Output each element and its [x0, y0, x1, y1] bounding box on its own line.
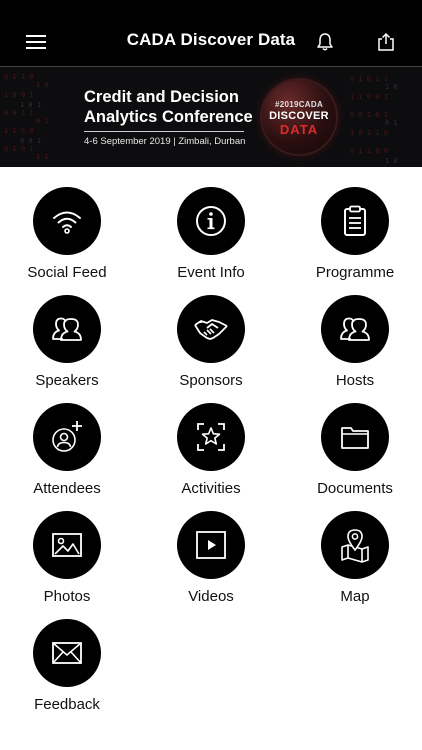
- svg-text:0 1: 0 1: [385, 119, 398, 127]
- svg-text:0 0 1 1: 0 0 1 1: [4, 109, 34, 117]
- add-user-icon: [52, 421, 82, 452]
- headline-line-2: Analytics Conference: [84, 108, 253, 126]
- tile-event-info[interactable]: Event Info: [156, 166, 266, 281]
- tile-photos[interactable]: Photos: [12, 490, 122, 605]
- tile-label: Map: [340, 588, 370, 605]
- tile-circle: [33, 187, 101, 255]
- tile-documents[interactable]: Documents: [300, 382, 410, 497]
- folder-icon: [341, 427, 369, 449]
- svg-text:1 1: 1 1: [36, 153, 49, 161]
- tile-circle: [177, 295, 245, 363]
- banner-dateline: 4-6 September 2019 | Zimbali, Durban: [84, 136, 246, 147]
- discover-data-seal: #2019CADA DISCOVER DATA: [262, 80, 336, 154]
- feature-grid: Social Feed Event Info Programme Speaker…: [0, 166, 422, 750]
- seal-data: DATA: [279, 122, 319, 137]
- svg-text:1 0 1: 1 0 1: [20, 101, 41, 109]
- svg-text:1 0 1 1 0: 1 0 1 1 0: [350, 129, 388, 137]
- tile-circle: [321, 295, 389, 363]
- tile-programme[interactable]: Programme: [300, 166, 410, 281]
- envelope-icon: [52, 642, 82, 664]
- app-title: CADA Discover Data: [126, 30, 296, 49]
- tile-circle: [321, 403, 389, 471]
- svg-text:1 0: 1 0: [385, 83, 398, 91]
- svg-text:1 0 0 1: 1 0 0 1: [4, 91, 34, 99]
- info-icon: [196, 206, 226, 236]
- people-icon: [52, 317, 82, 341]
- tile-hosts[interactable]: Hosts: [300, 274, 410, 389]
- svg-text:0 1 0 1 1: 0 1 0 1 1: [350, 75, 388, 83]
- tile-map[interactable]: Map: [300, 490, 410, 605]
- tile-videos[interactable]: Videos: [156, 490, 266, 605]
- tile-activities[interactable]: Activities: [156, 382, 266, 497]
- image-icon: [52, 533, 82, 557]
- wifi-icon: [53, 211, 81, 234]
- tile-circle: [177, 187, 245, 255]
- tile-sponsors[interactable]: Sponsors: [156, 274, 266, 389]
- tile-social-feed[interactable]: Social Feed: [12, 166, 122, 281]
- banner-headline: Credit and Decision Analytics Conference: [84, 87, 253, 127]
- tile-circle: [33, 619, 101, 687]
- top-bar: CADA Discover Data: [0, 0, 422, 66]
- tile-circle: [33, 511, 101, 579]
- tile-speakers[interactable]: Speakers: [12, 274, 122, 389]
- svg-text:0 0 1: 0 0 1: [20, 137, 41, 145]
- tile-circle: [177, 403, 245, 471]
- headline-line-1: Credit and Decision: [84, 88, 239, 106]
- tile-attendees[interactable]: Attendees: [12, 382, 122, 497]
- banner-divider: [84, 131, 244, 132]
- seal-hashtag: #2019CADA: [274, 100, 324, 109]
- star-frame-icon: [197, 423, 225, 451]
- svg-text:0 1 0 1: 0 1 0 1: [4, 145, 34, 153]
- tile-circle: [321, 511, 389, 579]
- conference-banner[interactable]: 0 1 1 01 0 0 10 0 1 1 1 1 0 00 1 0 1 1 0…: [0, 66, 422, 167]
- handshake-icon: [194, 319, 228, 340]
- tile-label: Videos: [188, 588, 234, 605]
- tile-circle: [33, 295, 101, 363]
- people-icon: [340, 317, 370, 341]
- clipboard-icon: [344, 205, 366, 236]
- play-icon: [196, 531, 226, 559]
- tile-circle: [33, 403, 101, 471]
- seal-discover: DISCOVER: [269, 110, 329, 122]
- svg-text:0 1 1 0 0: 0 1 1 0 0: [350, 147, 388, 155]
- share-icon[interactable]: [374, 30, 398, 54]
- svg-text:0 0 1 0 1: 0 0 1 0 1: [350, 111, 388, 119]
- map-pin-icon: [341, 529, 369, 563]
- tile-feedback[interactable]: Feedback: [12, 598, 122, 713]
- svg-text:1 1 0 0 1: 1 1 0 0 1: [350, 93, 388, 101]
- svg-text:0 1: 0 1: [36, 117, 49, 125]
- svg-text:0 1 1 0: 0 1 1 0: [4, 73, 34, 81]
- svg-text:1 0: 1 0: [36, 81, 49, 89]
- app-screen: CADA Discover Data 0 1 1 01 0 0 10 0 1 1…: [0, 0, 422, 750]
- svg-text:1 1 0 0: 1 1 0 0: [4, 127, 34, 135]
- tile-label: Feedback: [34, 696, 100, 713]
- svg-text:1 0: 1 0: [385, 157, 398, 165]
- bell-icon[interactable]: [313, 30, 337, 54]
- tile-circle: [321, 187, 389, 255]
- tile-circle: [177, 511, 245, 579]
